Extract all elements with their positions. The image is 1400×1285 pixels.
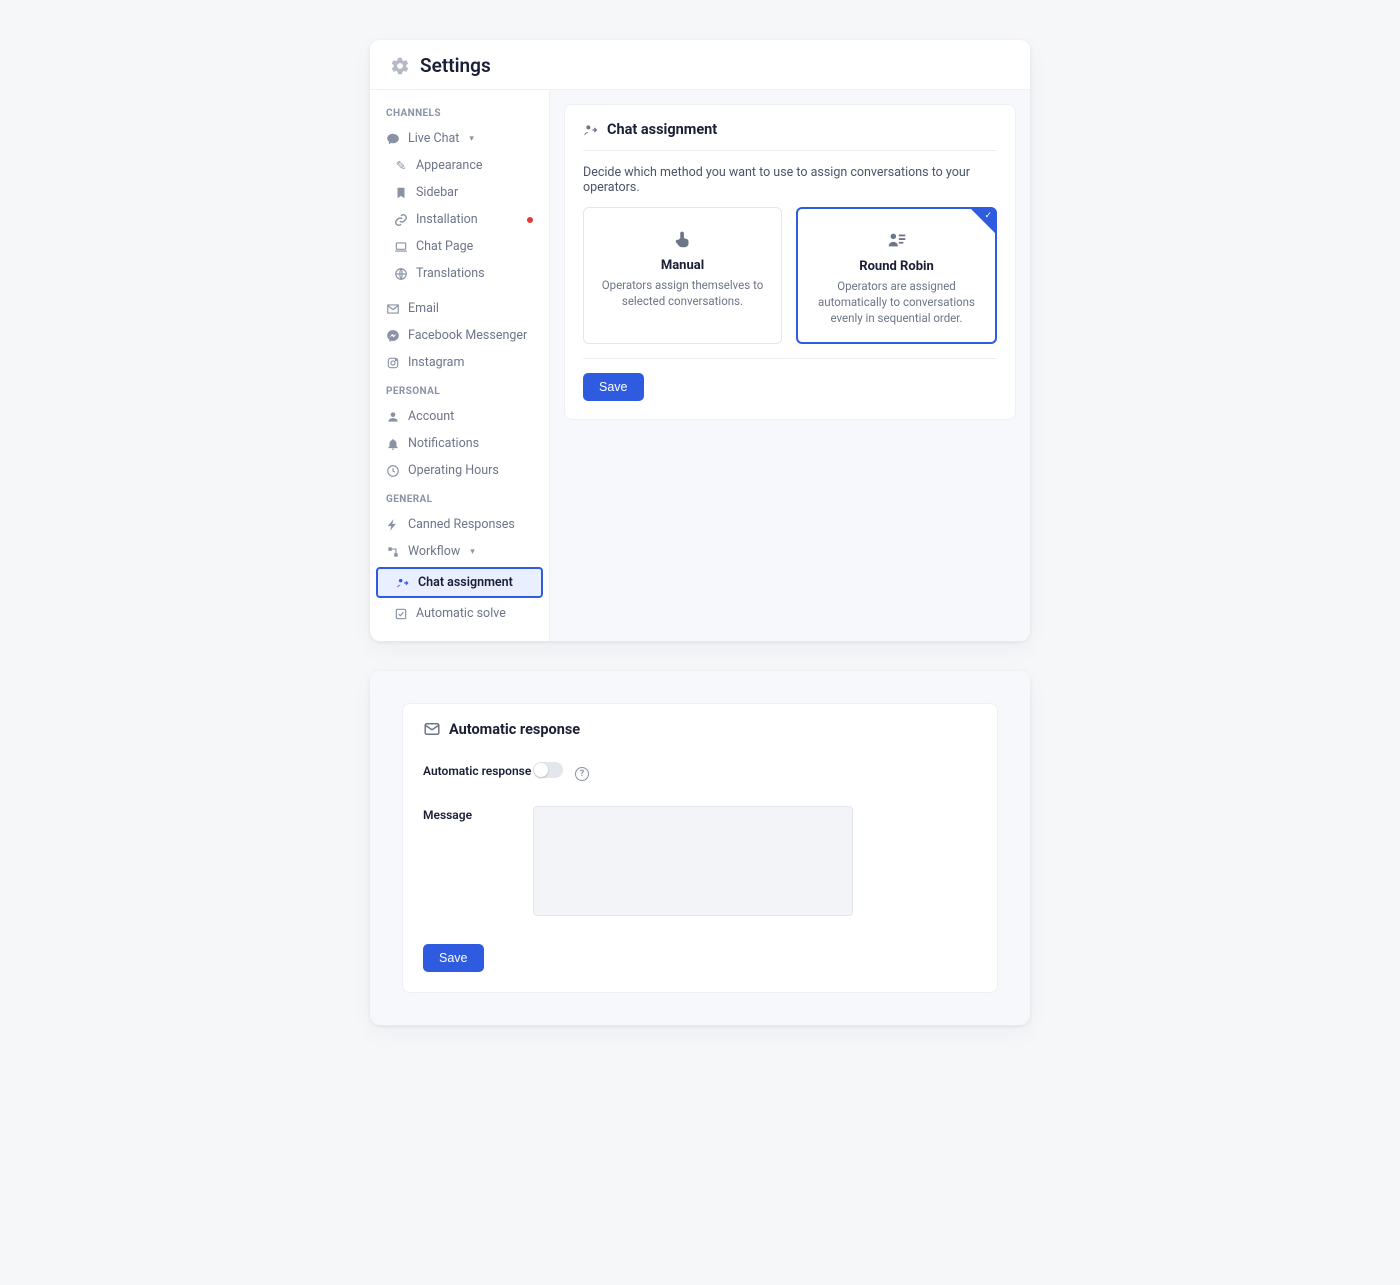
- card-description: Decide which method you want to use to a…: [583, 165, 997, 195]
- panel-header: Settings: [370, 40, 1030, 90]
- sidebar-subitem-appearance[interactable]: ✎ Appearance: [370, 152, 549, 179]
- sidebar-item-label: Operating Hours: [408, 463, 499, 478]
- sidebar-item-label: Workflow: [408, 544, 460, 559]
- assignment-options: Manual Operators assign themselves to se…: [583, 207, 997, 344]
- section-label-channels: CHANNELS: [370, 98, 549, 125]
- card-title: Chat assignment: [607, 121, 717, 138]
- sidebar-item-email[interactable]: Email: [370, 295, 549, 322]
- automatic-response-card: Automatic response Automatic response ? …: [402, 703, 998, 993]
- option-description: Operators assign themselves to selected …: [598, 277, 767, 309]
- card-header: Chat assignment: [583, 121, 997, 151]
- user-icon: [386, 410, 400, 424]
- page-title: Settings: [420, 54, 491, 77]
- option-description: Operators are assigned automatically to …: [812, 278, 981, 326]
- workflow-icon: [386, 545, 400, 559]
- sidebar-item-label: Automatic solve: [416, 606, 506, 621]
- sidebar-item-messenger[interactable]: Facebook Messenger: [370, 322, 549, 349]
- message-textarea[interactable]: [533, 806, 853, 916]
- sidebar-item-label: Account: [408, 409, 454, 424]
- sidebar-item-label: Live Chat: [408, 131, 459, 146]
- divider: [583, 358, 997, 359]
- sidebar-item-workflow[interactable]: Workflow ▾: [370, 538, 549, 565]
- users-list-icon: [812, 229, 981, 251]
- settings-panel: Settings CHANNELS Live Chat ▾ ✎ Appearan…: [370, 40, 1030, 641]
- chevron-down-icon: ▾: [470, 547, 475, 557]
- automatic-response-toggle[interactable]: [533, 762, 563, 778]
- sidebar-subitem-automatic-solve[interactable]: Automatic solve: [370, 600, 549, 627]
- sidebar-subitem-chat-assignment[interactable]: Chat assignment: [376, 567, 543, 598]
- sidebar-item-label: Facebook Messenger: [408, 328, 527, 343]
- sidebar-subitem-chat-page[interactable]: Chat Page: [370, 233, 549, 260]
- sidebar-item-label: Chat Page: [416, 239, 473, 254]
- sidebar-item-label: Instagram: [408, 355, 464, 370]
- sidebar-item-label: Installation: [416, 212, 478, 227]
- notification-dot: [527, 217, 533, 223]
- mail-reply-icon: [423, 720, 441, 738]
- main-content: Chat assignment Decide which method you …: [550, 90, 1030, 641]
- sidebar-subitem-translations[interactable]: Translations: [370, 260, 549, 287]
- assignment-icon: [396, 576, 410, 590]
- chat-bubble-icon: [386, 132, 400, 146]
- option-manual[interactable]: Manual Operators assign themselves to se…: [583, 207, 782, 344]
- sidebar-item-label: Chat assignment: [418, 575, 513, 590]
- sidebar-item-notifications[interactable]: Notifications: [370, 430, 549, 457]
- sidebar-item-operating-hours[interactable]: Operating Hours: [370, 457, 549, 484]
- form-row-toggle: Automatic response ?: [423, 762, 977, 782]
- touch-icon: [598, 228, 767, 250]
- section-label-personal: PERSONAL: [370, 376, 549, 403]
- instagram-icon: [386, 356, 400, 370]
- messenger-icon: [386, 329, 400, 343]
- help-icon[interactable]: ?: [575, 767, 589, 781]
- clock-icon: [386, 464, 400, 478]
- card-header: Automatic response: [423, 720, 977, 738]
- bookmark-icon: [394, 186, 408, 200]
- sidebar-item-label: Canned Responses: [408, 517, 515, 532]
- sidebar-subitem-installation[interactable]: Installation: [370, 206, 549, 233]
- assignment-icon: [583, 122, 599, 138]
- save-button[interactable]: Save: [583, 373, 644, 401]
- globe-icon: [394, 267, 408, 281]
- save-button[interactable]: Save: [423, 944, 484, 972]
- option-round-robin[interactable]: ✓ Round Robin Operators are assigned aut…: [796, 207, 997, 344]
- toggle-label: Automatic response: [423, 762, 533, 778]
- section-label-general: GENERAL: [370, 484, 549, 511]
- option-title: Round Robin: [812, 259, 981, 274]
- settings-sidebar: CHANNELS Live Chat ▾ ✎ Appearance Sideba…: [370, 90, 550, 641]
- sidebar-item-canned-responses[interactable]: Canned Responses: [370, 511, 549, 538]
- chevron-down-icon: ▾: [469, 134, 474, 144]
- sidebar-subitem-sidebar[interactable]: Sidebar: [370, 179, 549, 206]
- automatic-response-panel: Automatic response Automatic response ? …: [370, 671, 1030, 1025]
- form-row-message: Message: [423, 806, 977, 920]
- sidebar-item-account[interactable]: Account: [370, 403, 549, 430]
- bolt-icon: [386, 518, 400, 532]
- bell-icon: [386, 437, 400, 451]
- sidebar-item-label: Sidebar: [416, 185, 458, 200]
- mail-icon: [386, 302, 400, 316]
- sidebar-item-label: Translations: [416, 266, 485, 281]
- check-square-icon: [394, 607, 408, 621]
- message-label: Message: [423, 806, 533, 822]
- sidebar-item-label: Appearance: [416, 158, 483, 173]
- option-title: Manual: [598, 258, 767, 273]
- sidebar-item-label: Email: [408, 301, 439, 316]
- chat-assignment-card: Chat assignment Decide which method you …: [564, 104, 1016, 420]
- sidebar-item-instagram[interactable]: Instagram: [370, 349, 549, 376]
- sidebar-item-label: Notifications: [408, 436, 479, 451]
- sidebar-item-live-chat[interactable]: Live Chat ▾: [370, 125, 549, 152]
- gear-icon: [390, 56, 410, 76]
- pencil-icon: ✎: [394, 159, 408, 173]
- link-icon: [394, 213, 408, 227]
- check-icon: ✓: [984, 211, 992, 221]
- card-title: Automatic response: [449, 721, 580, 738]
- laptop-icon: [394, 240, 408, 254]
